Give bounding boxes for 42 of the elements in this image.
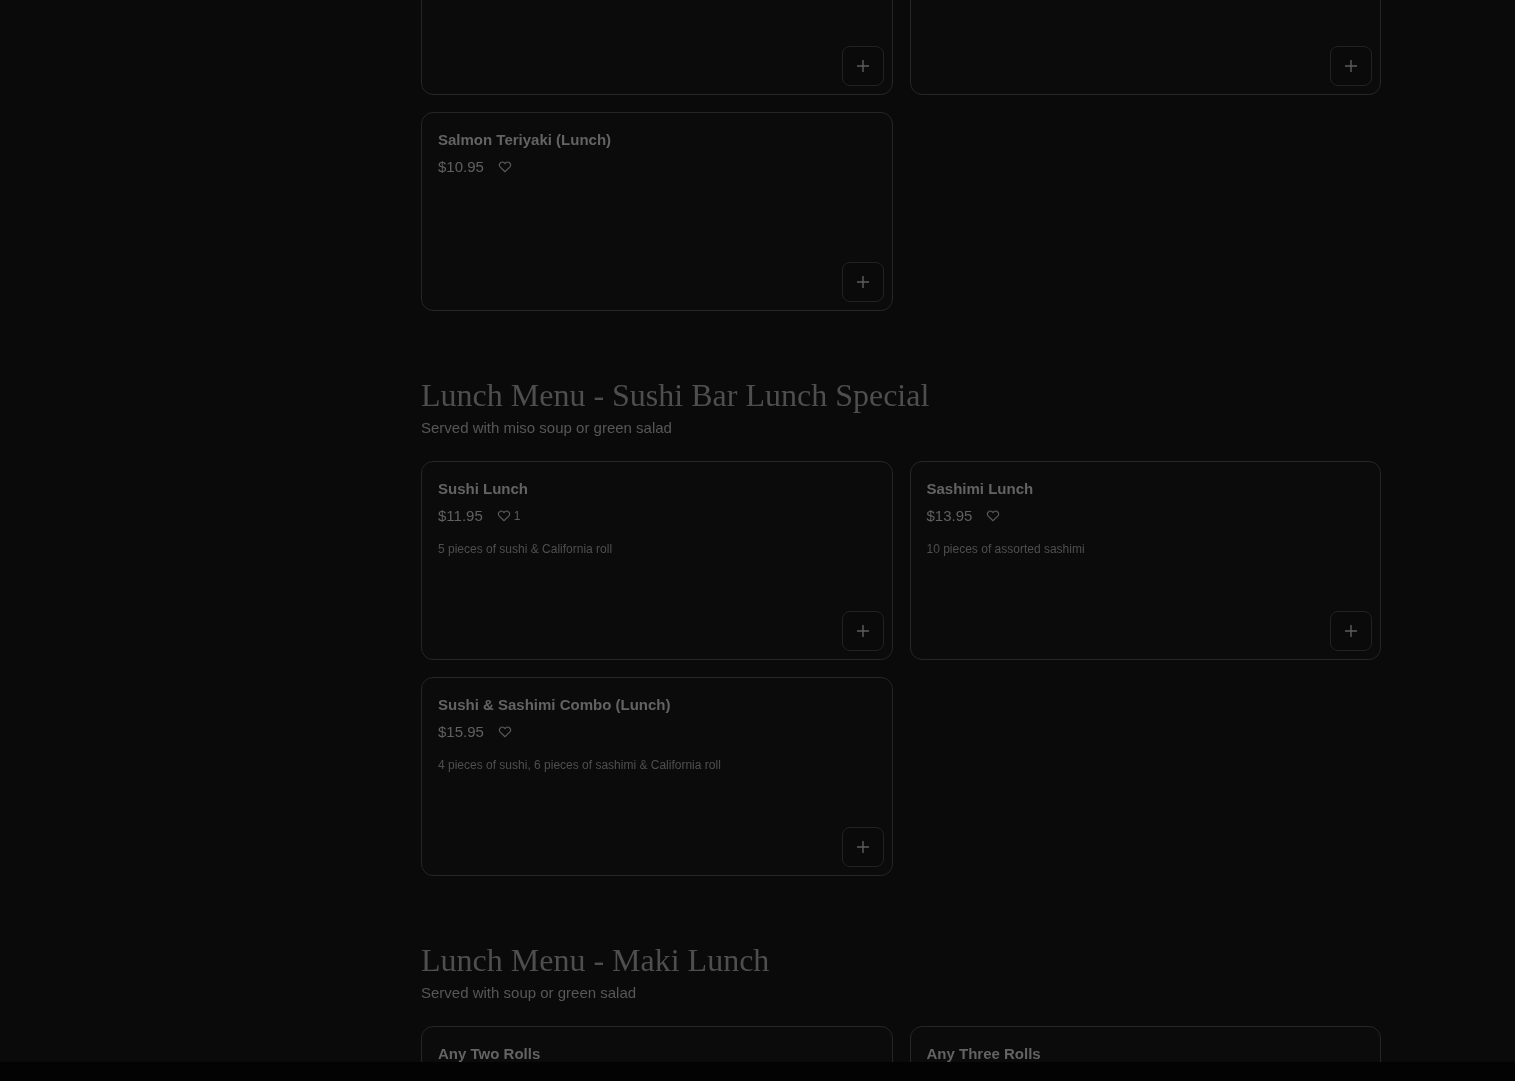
add-button[interactable]: [841, 611, 884, 652]
item-description: 5 pieces of sushi & California roll: [438, 542, 614, 557]
add-button[interactable]: [1330, 46, 1372, 86]
heart-icon: [986, 509, 1001, 523]
item-description: 10 pieces of assorted sashimi: [926, 542, 1086, 557]
plus-icon: [1344, 624, 1358, 639]
menu-item-card[interactable]: Sashimi Lunch $13.95 10 pieces of assorted sashimi: [909, 461, 1381, 661]
section-title: Lunch Menu - Sushi Bar Lunch Special: [421, 378, 931, 414]
item-price: $15.95: [438, 723, 484, 741]
section-title: Lunch Menu - Maki Lunch: [421, 943, 771, 979]
plus-icon: [855, 840, 870, 855]
menu-item-card[interactable]: Sushi & Sashimi Combo (Lunch) $15.95 4 pieces of sushi, 6 pieces of sashimi & California roll: [421, 677, 893, 877]
plus-icon: [855, 59, 870, 73]
like-button[interactable]: 1: [496, 508, 521, 523]
heart-icon: [497, 160, 512, 173]
like-button[interactable]: [497, 725, 512, 739]
item-name: Sushi Lunch: [438, 480, 529, 498]
section-subtitle: Served with miso soup or green salad: [421, 419, 673, 437]
like-button[interactable]: [986, 509, 1001, 523]
heart-icon: [497, 725, 512, 739]
item-name: Any Two Rolls: [438, 1045, 542, 1063]
add-button[interactable]: [1330, 611, 1372, 652]
add-button[interactable]: [841, 262, 884, 302]
item-price: $10.95: [438, 158, 484, 175]
item-price: $11.95: [438, 507, 483, 525]
item-name: Sushi & Sashimi Combo (Lunch): [438, 696, 672, 714]
plus-icon: [855, 275, 870, 289]
section-subtitle: Served with soup or green salad: [421, 984, 638, 1002]
add-button[interactable]: [841, 827, 884, 868]
item-name: Any Three Rolls: [926, 1045, 1042, 1063]
menu-item-card[interactable]: Salmon Teriyaki (Lunch) $10.95: [421, 112, 893, 311]
plus-icon: [855, 624, 870, 639]
like-button[interactable]: [497, 160, 512, 173]
item-price: $13.95: [926, 507, 973, 525]
like-count: 1: [513, 508, 521, 523]
item-description: 4 pieces of sushi, 6 pieces of sashimi & California roll: [438, 758, 722, 773]
heart-icon: [496, 509, 511, 523]
item-name: Sashimi Lunch: [926, 480, 1035, 498]
plus-icon: [1344, 59, 1358, 73]
item-name: Salmon Teriyaki (Lunch): [438, 131, 613, 148]
add-button[interactable]: [841, 46, 884, 86]
menu-item-card[interactable]: Sushi Lunch $11.95 1 5 pieces of sushi & California roll: [421, 461, 893, 661]
